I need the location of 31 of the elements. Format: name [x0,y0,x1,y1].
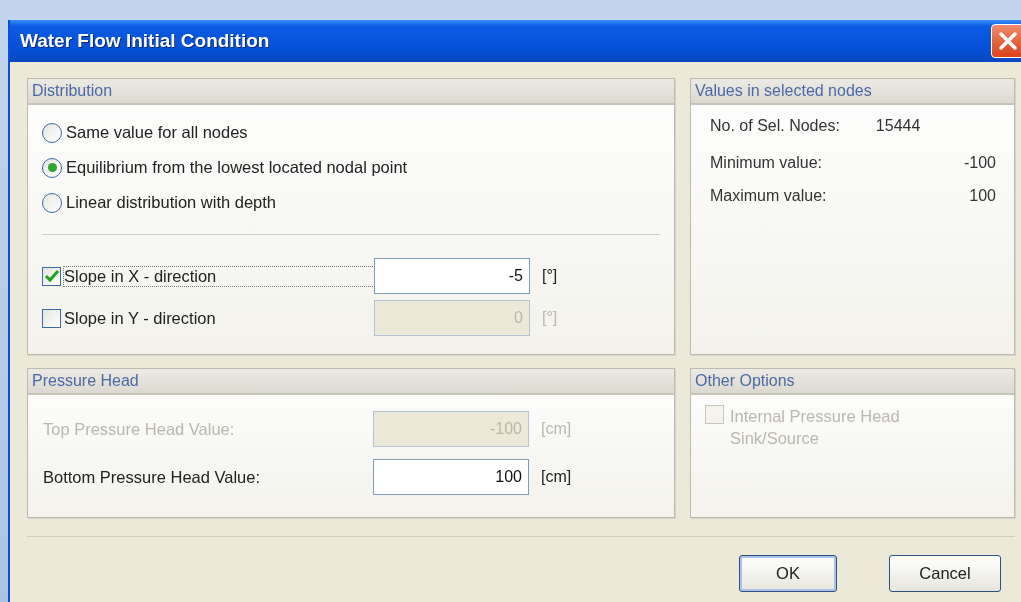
radio-button[interactable] [42,157,62,178]
radio-label[interactable]: Linear distribution with depth [66,193,277,212]
radio-button[interactable] [42,122,62,143]
unit-label: [cm] [541,420,572,438]
dialog-button[interactable]: Cancel [889,555,1001,592]
field-label: Bottom Pressure Head Value: [43,467,262,487]
number-field[interactable]: 100 [373,459,529,495]
checkbox[interactable] [42,266,61,286]
close-button[interactable] [991,24,1021,58]
checkbox-label[interactable]: Slope in X - direction [64,266,374,286]
unit-label: [°] [542,267,558,285]
panel-header: Pressure Head [28,369,674,395]
number-field[interactable]: -5 [374,258,530,294]
value-text: 100 [969,187,996,206]
radio-label[interactable]: Same value for all nodes [66,123,248,142]
value-text: -100 [963,154,996,173]
field-label: Top Pressure Head Value: [43,419,236,439]
value-label: Maximum value: [710,187,827,206]
dialog-button[interactable]: OK [739,555,837,592]
radio-button[interactable] [42,192,62,213]
panel-header: Values in selected nodes [691,79,1014,105]
value-label: Minimum value: [710,154,823,173]
radio-label[interactable]: Equilibrium from the lowest located nodal point [66,158,408,177]
value-label: No. of Sel. Nodes: [710,117,840,136]
close-icon [998,31,1018,51]
window-title: Water Flow Initial Condition [20,30,270,52]
value-text: 15444 [875,117,921,136]
panel-header: Distribution [28,79,674,105]
panel-header: Other Options [691,369,1014,395]
unit-label: [cm] [541,468,572,486]
unit-label: [°] [542,309,558,327]
